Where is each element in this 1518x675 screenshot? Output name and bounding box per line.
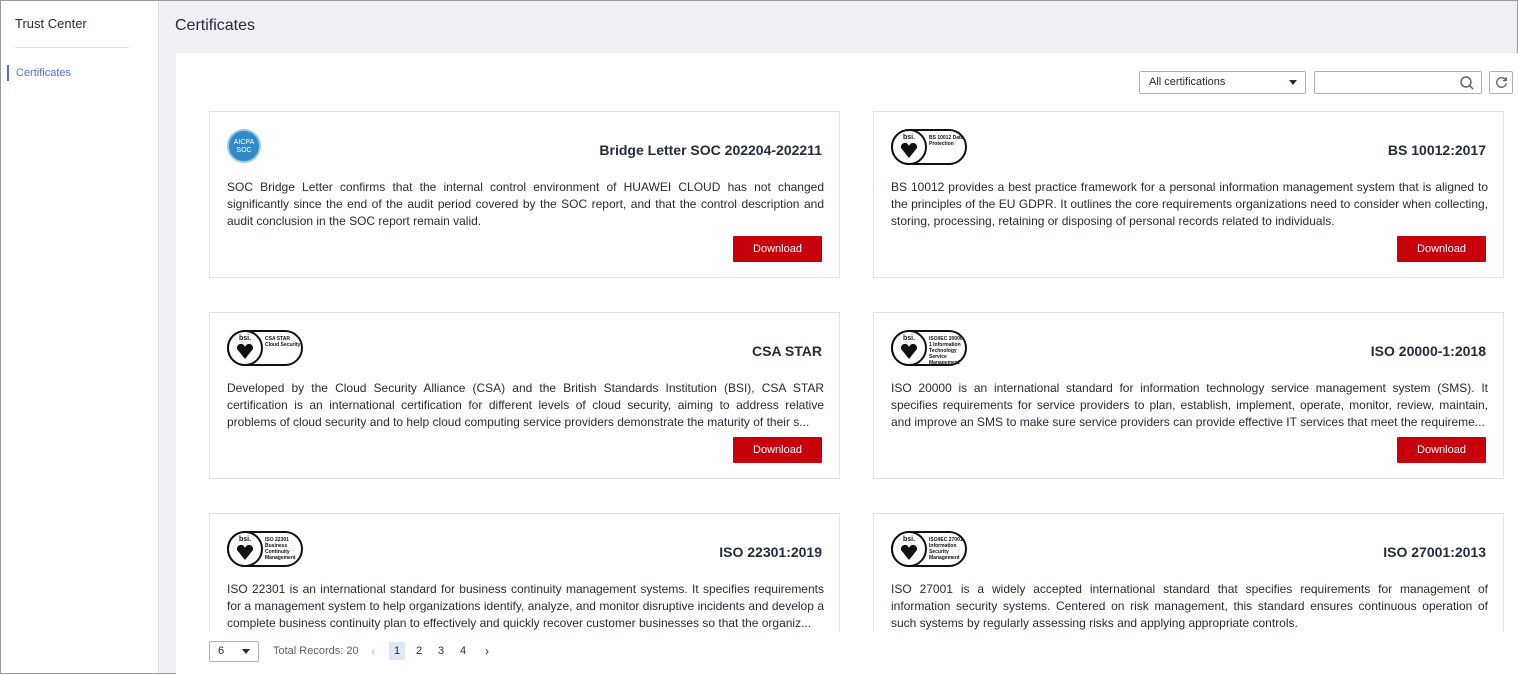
bsi-kitemark-icon: bsi. ISO/IEC 20000-1 Information Technol…: [891, 330, 967, 366]
search-box[interactable]: [1314, 71, 1482, 94]
prev-page-button[interactable]: ‹: [365, 642, 381, 660]
certificate-card: bsi. BS 10012 Data Protection BS 10012:2…: [873, 111, 1504, 278]
page-size-select[interactable]: 6: [209, 641, 259, 662]
page-header: Certificates: [160, 1, 1517, 53]
certificate-card: bsi. CSA STAR Cloud Security CSA STAR De…: [209, 312, 840, 479]
total-records: Total Records: 20: [273, 645, 359, 657]
bsi-logo: bsi. BS 10012 Data Protection: [891, 129, 967, 170]
certificate-description: ISO 27001 is a widely accepted internati…: [891, 582, 1488, 630]
bsi-kitemark-icon: bsi. ISO/IEC 27001 Information Security …: [891, 531, 967, 567]
page-size-value: 6: [218, 645, 225, 657]
certificate-title: CSA STAR: [752, 343, 822, 359]
certificate-title: ISO 20000-1:2018: [1370, 343, 1486, 359]
bsi-logo: bsi. ISO/IEC 27001 Information Security …: [891, 531, 967, 572]
sidebar-divider: [15, 47, 129, 48]
bsi-kitemark-icon: bsi. BS 10012 Data Protection: [891, 129, 967, 165]
chevron-down-icon: [1289, 80, 1297, 85]
certificate-title: ISO 22301:2019: [719, 544, 822, 560]
certificate-card: bsi. ISO 22301 Business Continuity Manag…: [209, 513, 840, 632]
next-page-button[interactable]: ›: [479, 642, 495, 660]
page-1-button[interactable]: 1: [389, 642, 405, 660]
sidebar-item-certificates[interactable]: Certificates: [7, 65, 71, 81]
sidebar: Trust Center Certificates: [1, 1, 159, 673]
certificate-card: bsi. ISO/IEC 27001 Information Security …: [873, 513, 1504, 632]
bsi-kitemark-icon: bsi. CSA STAR Cloud Security: [227, 330, 303, 366]
chevron-down-icon: [242, 649, 250, 654]
certification-filter-select[interactable]: All certifications: [1139, 71, 1306, 94]
certificate-title: BS 10012:2017: [1387, 142, 1486, 158]
aicpa-soc-logo: AICPA SOC: [227, 129, 261, 163]
bsi-logo: bsi. ISO 22301 Business Continuity Manag…: [227, 531, 303, 572]
certificate-description: Developed by the Cloud Security Alliance…: [227, 381, 824, 429]
download-button[interactable]: Download: [733, 437, 822, 463]
download-button[interactable]: Download: [1397, 437, 1486, 463]
download-button[interactable]: Download: [733, 236, 822, 262]
page-2-button[interactable]: 2: [411, 642, 427, 660]
sidebar-title: Trust Center: [15, 16, 87, 31]
certification-filter-value: All certifications: [1149, 76, 1226, 88]
certificate-title: ISO 27001:2013: [1383, 544, 1486, 560]
search-icon[interactable]: [1459, 75, 1475, 91]
page-4-button[interactable]: 4: [455, 642, 471, 660]
refresh-button[interactable]: [1489, 71, 1513, 94]
certificate-description: ISO 22301 is an international standard f…: [227, 582, 824, 630]
search-input[interactable]: [1319, 74, 1449, 91]
page-3-button[interactable]: 3: [433, 642, 449, 660]
download-button[interactable]: Download: [1397, 236, 1486, 262]
bsi-logo: bsi. ISO/IEC 20000-1 Information Technol…: [891, 330, 967, 371]
certificate-card: AICPA SOC Bridge Letter SOC 202204-20221…: [209, 111, 840, 278]
bsi-kitemark-icon: bsi. ISO 22301 Business Continuity Manag…: [227, 531, 303, 567]
certificate-description: BS 10012 provides a best practice framew…: [891, 180, 1488, 228]
certificate-description: SOC Bridge Letter confirms that the inte…: [227, 180, 824, 228]
app-window: Trust Center Certificates Certificates A…: [0, 0, 1518, 675]
certificate-title: Bridge Letter SOC 202204-202211: [599, 142, 822, 158]
certificate-card: bsi. ISO/IEC 20000-1 Information Technol…: [873, 312, 1504, 479]
bsi-logo: bsi. CSA STAR Cloud Security: [227, 330, 303, 371]
aicpa-soc-badge-icon: AICPA SOC: [227, 129, 261, 163]
refresh-icon: [1496, 77, 1507, 88]
certificate-description: ISO 20000 is an international standard f…: [891, 381, 1488, 429]
page-title: Certificates: [175, 17, 256, 34]
